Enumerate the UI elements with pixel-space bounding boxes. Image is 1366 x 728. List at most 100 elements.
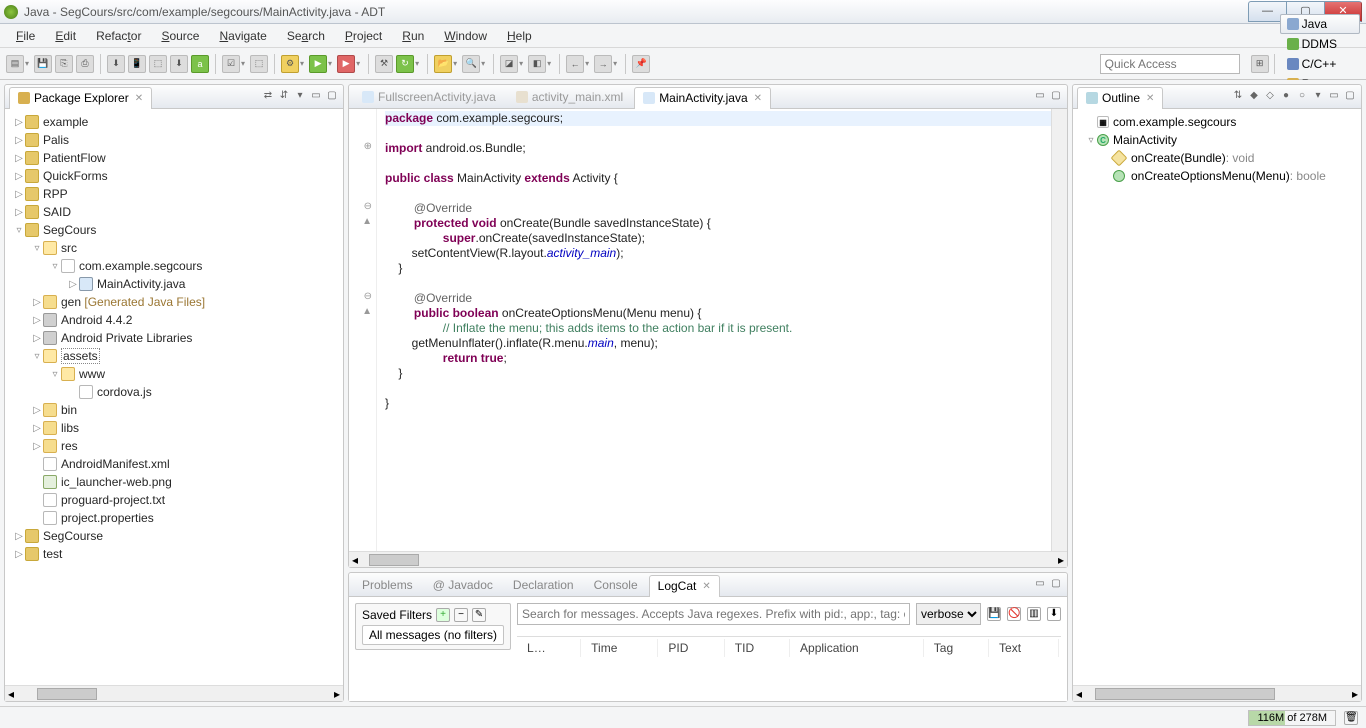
new-xml-button[interactable]: ⬇ xyxy=(170,55,188,73)
tree-node[interactable]: ▷SAID xyxy=(5,203,343,221)
tree-node[interactable]: ic_launcher-web.png xyxy=(5,473,343,491)
tree-node[interactable]: ▷gen [Generated Java Files] xyxy=(5,293,343,311)
form-button[interactable]: ⬚ xyxy=(250,55,268,73)
perspective-ddms[interactable]: DDMS xyxy=(1280,34,1360,54)
tree-node[interactable]: ▿SegCours xyxy=(5,221,343,239)
tree-node[interactable]: ▷MainActivity.java xyxy=(5,275,343,293)
cycle-button[interactable]: ↻ xyxy=(396,55,414,73)
maximize-editor-icon[interactable]: ▢ xyxy=(1049,90,1063,104)
view-menu-icon[interactable]: ▾ xyxy=(1311,90,1325,104)
ext-tools-button[interactable]: ⚒ xyxy=(375,55,393,73)
add-filter-button[interactable]: + xyxy=(436,608,450,622)
bottom-tab-problems[interactable]: Problems xyxy=(353,574,422,596)
close-icon[interactable]: ✕ xyxy=(135,93,143,104)
bottom-tab-console[interactable]: Console xyxy=(585,574,647,596)
sort-icon[interactable]: ⇅ xyxy=(1231,90,1245,104)
tree-node[interactable]: ▷Palis xyxy=(5,131,343,149)
minimize-outline-icon[interactable]: ▭ xyxy=(1327,90,1341,104)
bottom-tab-declaration[interactable]: Declaration xyxy=(504,574,583,596)
log-column[interactable]: Text xyxy=(991,639,1059,657)
display-icon[interactable]: ▥ xyxy=(1027,607,1041,621)
v-scrollbar[interactable] xyxy=(1051,109,1067,551)
code-content[interactable]: package com.example.segcours; import and… xyxy=(377,109,1051,551)
tree-node[interactable]: ▷Android 4.4.2 xyxy=(5,311,343,329)
tree-node[interactable]: ▷test xyxy=(5,545,343,563)
filter2-icon[interactable]: ◇ xyxy=(1263,90,1277,104)
h-scrollbar[interactable]: ◂▸ xyxy=(5,685,343,701)
edit-filter-button[interactable]: ✎ xyxy=(472,608,486,622)
tree-node[interactable]: cordova.js xyxy=(5,383,343,401)
log-column[interactable]: Tag xyxy=(926,639,989,657)
tree-node[interactable]: ▷libs xyxy=(5,419,343,437)
task2-button[interactable]: ◧ xyxy=(528,55,546,73)
lint-button[interactable]: ⬚ xyxy=(149,55,167,73)
tree-node[interactable]: ▿com.example.segcours xyxy=(5,257,343,275)
open-perspective-button[interactable]: ⊞ xyxy=(1251,55,1269,73)
task-button[interactable]: ◪ xyxy=(500,55,518,73)
filter3-icon[interactable]: ● xyxy=(1279,90,1293,104)
quick-access-input[interactable] xyxy=(1100,54,1240,74)
tree-node[interactable]: AndroidManifest.xml xyxy=(5,455,343,473)
filter4-icon[interactable]: ○ xyxy=(1295,90,1309,104)
check-button[interactable]: ☑ xyxy=(222,55,240,73)
open-type-button[interactable]: 📂 xyxy=(434,55,452,73)
tab-package-explorer[interactable]: Package Explorer ✕ xyxy=(9,87,152,109)
tree-node[interactable]: ▷SegCourse xyxy=(5,527,343,545)
search-button[interactable]: 🔍 xyxy=(462,55,480,73)
minimize-panel-icon[interactable]: ▭ xyxy=(309,90,323,104)
android-icon[interactable]: a xyxy=(191,55,209,73)
debug-icon[interactable]: ⚙ xyxy=(281,55,299,73)
menu-window[interactable]: Window xyxy=(434,29,497,43)
log-column[interactable]: Application xyxy=(792,639,924,657)
menu-run[interactable]: Run xyxy=(392,29,434,43)
perspective-java[interactable]: Java xyxy=(1280,14,1360,34)
editor-tab[interactable]: activity_main.xml xyxy=(507,86,632,108)
new-button[interactable]: ▤ xyxy=(6,55,24,73)
tree-node[interactable]: ▷PatientFlow xyxy=(5,149,343,167)
tree-node[interactable]: ▷bin xyxy=(5,401,343,419)
gc-button[interactable]: 🗑 xyxy=(1344,711,1358,725)
editor-tab[interactable]: MainActivity.java✕ xyxy=(634,87,771,109)
tree-node[interactable]: ▿www xyxy=(5,365,343,383)
outline-tree[interactable]: ▦com.example.segcours ▿CMainActivity onC… xyxy=(1073,109,1361,685)
log-column[interactable]: L… xyxy=(519,639,581,657)
tree-node[interactable]: ▷Android Private Libraries xyxy=(5,329,343,347)
outline-class[interactable]: MainActivity xyxy=(1113,133,1177,147)
menu-edit[interactable]: Edit xyxy=(45,29,86,43)
remove-filter-button[interactable]: − xyxy=(454,608,468,622)
filter1-icon[interactable]: ◆ xyxy=(1247,90,1261,104)
tree-node[interactable]: ▷RPP xyxy=(5,185,343,203)
sdk-manager-button[interactable]: ⬇ xyxy=(107,55,125,73)
log-column[interactable]: Time xyxy=(583,639,658,657)
log-column[interactable]: TID xyxy=(727,639,790,657)
logcat-search-input[interactable] xyxy=(517,603,910,625)
menu-refactor[interactable]: Refactor xyxy=(86,29,151,43)
save-log-icon[interactable]: 💾 xyxy=(987,607,1001,621)
minimize-editor-icon[interactable]: ▭ xyxy=(1033,90,1047,104)
log-level-select[interactable]: verbose xyxy=(916,603,981,625)
view-menu-icon[interactable]: ▾ xyxy=(293,90,307,104)
menu-file[interactable]: File xyxy=(6,29,45,43)
perspective-cc[interactable]: C/C++ xyxy=(1280,54,1360,74)
tree-node[interactable]: ▷QuickForms xyxy=(5,167,343,185)
print-button[interactable]: ⎙ xyxy=(76,55,94,73)
menu-project[interactable]: Project xyxy=(335,29,392,43)
h-scrollbar[interactable]: ◂▸ xyxy=(1073,685,1361,701)
clear-log-icon[interactable]: 🚫 xyxy=(1007,607,1021,621)
fwd-button[interactable]: → xyxy=(594,55,612,73)
scroll-lock-icon[interactable]: ⬇ xyxy=(1047,607,1061,621)
tree-node[interactable]: ▿src xyxy=(5,239,343,257)
back-button[interactable]: ← xyxy=(566,55,584,73)
outline-method-oncreate[interactable]: onCreate(Bundle) xyxy=(1131,151,1226,165)
saved-filter-item[interactable]: All messages (no filters) xyxy=(362,625,504,645)
link-editor-icon[interactable]: ⇵ xyxy=(277,90,291,104)
h-scrollbar[interactable]: ◂▸ xyxy=(349,551,1067,567)
maximize-outline-icon[interactable]: ▢ xyxy=(1343,90,1357,104)
menu-source[interactable]: Source xyxy=(151,29,209,43)
stop-button[interactable]: ▶ xyxy=(337,55,355,73)
menu-search[interactable]: Search xyxy=(277,29,335,43)
outline-method-oncreateoptions[interactable]: onCreateOptionsMenu(Menu) xyxy=(1131,169,1290,183)
save-button[interactable]: 💾 xyxy=(34,55,52,73)
tree-node[interactable]: ▿assets xyxy=(5,347,343,365)
menu-navigate[interactable]: Navigate xyxy=(209,29,276,43)
